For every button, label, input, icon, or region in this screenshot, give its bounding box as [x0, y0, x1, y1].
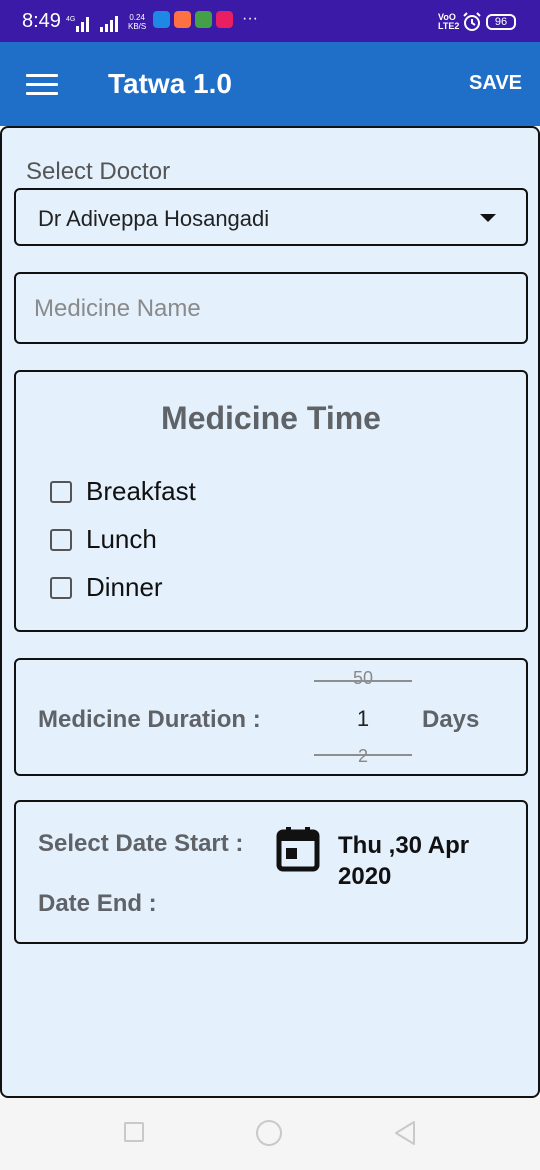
start-date-line1: Thu ,30 Apr: [338, 832, 470, 859]
dinner-checkbox-row[interactable]: Dinner: [50, 572, 163, 603]
message-app-icon: [195, 11, 212, 28]
dinner-label: Dinner: [86, 572, 163, 602]
status-bar: 8:49 4G 0.24 KB/S ··· VoO LTE2 96: [0, 0, 540, 42]
select-doctor-label: Select Doctor: [26, 158, 171, 185]
picker-divider-top: [314, 680, 412, 682]
app-bar: Tatwa 1.0 SAVE: [0, 42, 540, 126]
picker-current-value: 1: [356, 706, 370, 731]
svg-text:4G: 4G: [66, 16, 75, 23]
status-time: 8:49: [22, 10, 61, 32]
data-speed-unit: KB/S: [128, 22, 147, 31]
back-icon[interactable]: [392, 1120, 418, 1146]
more-notifications-icon: ···: [242, 10, 258, 27]
save-button[interactable]: SAVE: [469, 72, 522, 95]
breakfast-checkbox[interactable]: [50, 480, 72, 503]
medicine-name-field: [14, 272, 528, 344]
navigation-bar: [0, 1098, 540, 1170]
lunch-checkbox-row[interactable]: Lunch: [50, 524, 157, 555]
breakfast-checkbox-row[interactable]: Breakfast: [50, 476, 196, 507]
alarm-icon: [463, 12, 481, 31]
form-container: Select Doctor Dr Adiveppa Hosangadi Medi…: [0, 126, 540, 1098]
calendar-icon[interactable]: [276, 826, 320, 872]
picker-previous-value: 50: [352, 668, 374, 688]
home-icon[interactable]: [256, 1120, 282, 1146]
app-notification-icon: [174, 11, 191, 28]
medicine-duration-label: Medicine Duration :: [38, 706, 261, 733]
recent-apps-icon[interactable]: [124, 1122, 144, 1142]
date-start-label: Select Date Start :: [38, 830, 244, 857]
data-speed-value: 0.24: [129, 13, 145, 22]
duration-number-picker[interactable]: 50 1 2: [314, 660, 412, 776]
app-title: Tatwa 1.0: [108, 68, 232, 99]
doctor-dropdown[interactable]: Dr Adiveppa Hosangadi: [14, 188, 528, 246]
medicine-time-title: Medicine Time: [161, 400, 381, 436]
volte-bottom: LTE2: [438, 21, 460, 31]
signal-icon: 4G: [66, 16, 89, 32]
data-speed: 0.24 KB/S: [128, 13, 146, 31]
signal-icon-secondary: [100, 16, 118, 32]
lunch-checkbox[interactable]: [50, 528, 72, 551]
instagram-icon: [216, 11, 233, 28]
notification-icons: [153, 11, 233, 28]
date-end-label: Date End :: [38, 890, 157, 917]
dinner-checkbox[interactable]: [50, 576, 72, 599]
picker-next-value: 2: [357, 746, 368, 766]
breakfast-label: Breakfast: [86, 476, 196, 506]
medicine-duration-card: Medicine Duration : 50 1 2 Days: [14, 658, 528, 776]
date-card: Select Date Start : Date End : Thu ,30 A…: [14, 800, 528, 944]
medicine-time-card: Medicine Time Breakfast Lunch Dinner: [14, 370, 528, 632]
start-date-value[interactable]: Thu ,30 Apr 2020: [338, 830, 508, 892]
phone-app-icon: [153, 11, 170, 28]
volte-indicator: VoO LTE2: [438, 13, 459, 31]
lunch-label: Lunch: [86, 524, 157, 554]
battery-icon: 96: [486, 14, 516, 30]
doctor-selected-value: Dr Adiveppa Hosangadi: [38, 206, 270, 231]
menu-icon[interactable]: [26, 74, 58, 96]
start-date-line2: 2020: [338, 863, 392, 890]
medicine-name-input[interactable]: [32, 286, 506, 332]
dropdown-arrow-icon: [480, 214, 496, 222]
days-label: Days: [422, 706, 480, 733]
